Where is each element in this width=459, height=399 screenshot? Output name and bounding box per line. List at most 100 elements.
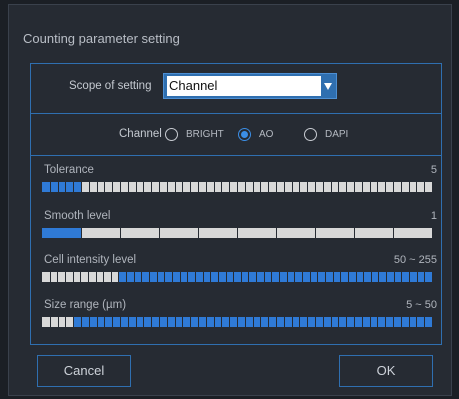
slider-tick bbox=[65, 317, 67, 327]
slider-tick bbox=[237, 182, 238, 192]
slider-tick bbox=[260, 182, 262, 192]
slider-tick bbox=[340, 272, 342, 282]
slider-tick bbox=[361, 182, 363, 192]
slider-tick bbox=[217, 272, 219, 282]
slider-tick bbox=[229, 182, 231, 192]
slider-tick bbox=[187, 272, 189, 282]
slider-tick bbox=[205, 317, 207, 327]
slider-tick bbox=[244, 317, 246, 327]
tolerance-slider[interactable] bbox=[42, 182, 432, 192]
slider-tick bbox=[377, 182, 379, 192]
slider-value: 50 ~ 255 bbox=[393, 254, 437, 266]
slider-tick bbox=[244, 182, 246, 192]
slider-tick bbox=[135, 182, 137, 192]
slider-tick bbox=[393, 317, 394, 327]
slider-tick bbox=[263, 272, 265, 282]
slider-tick bbox=[57, 272, 59, 282]
slider-tick bbox=[194, 272, 196, 282]
slider-tick bbox=[346, 182, 348, 192]
radio-bright-label: BRIGHT bbox=[186, 128, 224, 140]
smooth-level-slider[interactable] bbox=[42, 228, 432, 238]
slider-tick bbox=[229, 317, 231, 327]
slider-tick bbox=[276, 228, 277, 238]
slider-tick bbox=[190, 317, 192, 327]
slider-tick bbox=[127, 317, 129, 327]
slider-tick bbox=[252, 182, 254, 192]
slider-tick bbox=[294, 272, 296, 282]
slider-tick bbox=[279, 272, 281, 282]
scope-label: Scope of setting bbox=[69, 80, 152, 92]
slider-tick bbox=[182, 317, 184, 327]
slider-value: 5 ~ 50 bbox=[406, 299, 437, 311]
slider-tick bbox=[347, 272, 349, 282]
radio-bright[interactable]: BRIGHT bbox=[165, 125, 224, 143]
slider-tick bbox=[248, 272, 250, 282]
cell-intensity-slider[interactable] bbox=[42, 272, 432, 282]
scope-select-value: Channel bbox=[167, 76, 321, 96]
slider-tick bbox=[354, 317, 355, 327]
slider-tick bbox=[73, 182, 75, 192]
slider-tick bbox=[256, 272, 258, 282]
slider-tick bbox=[143, 182, 145, 192]
slider-tick bbox=[179, 272, 181, 282]
slider-tick bbox=[213, 182, 215, 192]
slider-tick bbox=[151, 317, 153, 327]
slider-tick bbox=[120, 317, 121, 327]
radio-ao[interactable]: AO bbox=[238, 125, 273, 143]
channel-row: Channel BRIGHT AO DAPI bbox=[31, 114, 441, 156]
settings-panel: Scope of setting Channel Channel BRIGHT … bbox=[30, 63, 442, 345]
slider-tick bbox=[283, 317, 285, 327]
slider-tick bbox=[237, 228, 238, 238]
slider-tick bbox=[424, 272, 426, 282]
slider-tick bbox=[174, 182, 176, 192]
slider-tick bbox=[149, 272, 151, 282]
slider-label: Smooth level bbox=[44, 210, 111, 222]
slider-tick bbox=[322, 182, 324, 192]
slider-tick bbox=[237, 317, 238, 327]
slider-tick bbox=[120, 182, 121, 192]
slider-tick bbox=[135, 317, 137, 327]
slider-tick bbox=[400, 317, 402, 327]
slider-tick bbox=[301, 272, 303, 282]
slider-tick bbox=[324, 272, 326, 282]
slider-tick bbox=[315, 182, 316, 192]
slider-tick bbox=[307, 317, 309, 327]
slider-tick bbox=[65, 182, 67, 192]
slider-tick bbox=[221, 182, 223, 192]
slider-tick bbox=[322, 317, 324, 327]
cancel-button[interactable]: Cancel bbox=[37, 355, 131, 387]
slider-tick bbox=[233, 272, 235, 282]
slider-tick bbox=[276, 317, 277, 327]
slider-tick bbox=[104, 317, 106, 327]
slider-tick bbox=[299, 182, 301, 192]
slider-tick bbox=[268, 182, 270, 192]
slider-tick bbox=[156, 272, 158, 282]
slider-tick bbox=[291, 317, 293, 327]
slider-tick bbox=[416, 182, 418, 192]
slider-tick bbox=[81, 228, 82, 238]
slider-tick bbox=[385, 182, 387, 192]
slider-tick bbox=[73, 317, 75, 327]
radio-dapi[interactable]: DAPI bbox=[304, 125, 348, 143]
slider-tick bbox=[252, 317, 254, 327]
slider-tick bbox=[133, 272, 135, 282]
slider-tick bbox=[190, 182, 192, 192]
slider-tick bbox=[81, 182, 82, 192]
slider-tick bbox=[385, 317, 387, 327]
radio-ao-label: AO bbox=[259, 128, 274, 140]
slider-label: Size range (µm) bbox=[44, 299, 127, 311]
slider-tick bbox=[64, 272, 66, 282]
slider-tick bbox=[49, 182, 51, 192]
radio-icon bbox=[238, 127, 251, 141]
slider-tick bbox=[315, 228, 316, 238]
slider-tick bbox=[96, 317, 98, 327]
ok-button[interactable]: OK bbox=[339, 355, 433, 387]
slider-ticks bbox=[42, 182, 432, 192]
slider-tick bbox=[271, 272, 273, 282]
slider-tick bbox=[171, 272, 173, 282]
slider-tick bbox=[299, 317, 301, 327]
size-range-slider[interactable] bbox=[42, 317, 432, 327]
scope-select[interactable]: Channel bbox=[163, 73, 337, 99]
slider-tick bbox=[307, 182, 309, 192]
slider-tick bbox=[182, 182, 184, 192]
